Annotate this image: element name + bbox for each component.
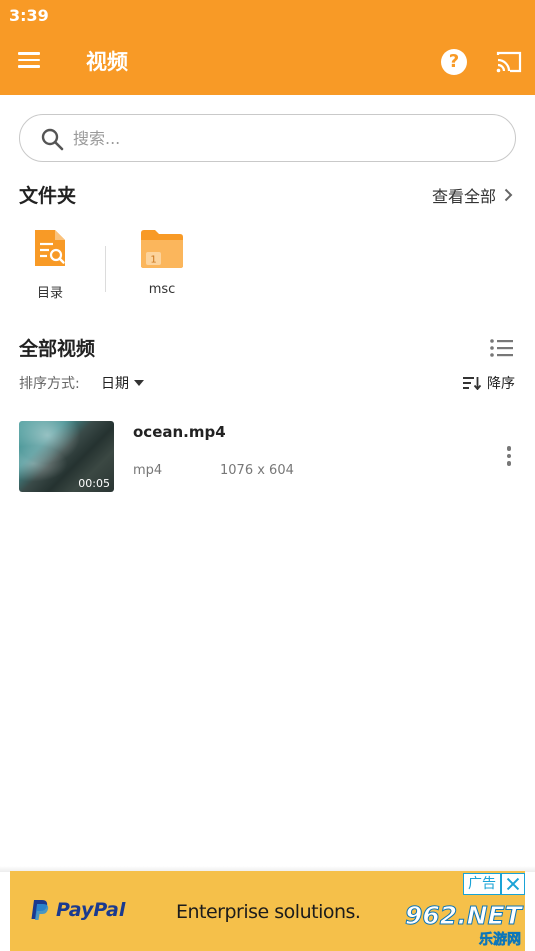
- sort-order-label: 降序: [487, 376, 515, 392]
- folder-icon: 1: [141, 230, 183, 268]
- page-title: 视频: [86, 50, 128, 74]
- sort-order-button[interactable]: 降序: [463, 373, 515, 393]
- search-bar[interactable]: [19, 114, 516, 162]
- search-input[interactable]: [73, 125, 493, 151]
- help-button[interactable]: ?: [441, 49, 467, 75]
- paypal-icon: [31, 900, 49, 920]
- watermark-suffix: .NET: [457, 901, 523, 931]
- videos-title: 全部视频: [19, 338, 96, 360]
- folder-search-icon: [35, 230, 65, 266]
- ad-tagline: Enterprise solutions.: [176, 901, 361, 923]
- app-bar: 3:39 视频 ?: [0, 0, 535, 95]
- ad-close-icon[interactable]: [501, 873, 525, 895]
- view-all-label: 查看全部: [431, 187, 496, 206]
- sort-descending-icon: [463, 377, 481, 390]
- sort-value: 日期: [101, 376, 129, 392]
- video-thumbnail: 00:05: [19, 421, 114, 492]
- list-view-icon[interactable]: [489, 337, 515, 359]
- folders-title: 文件夹: [19, 185, 77, 207]
- paypal-logo: PayPal: [30, 899, 125, 921]
- chevron-right-icon: [504, 188, 513, 202]
- watermark-number: 962: [404, 901, 458, 931]
- view-all-button[interactable]: 查看全部: [432, 183, 513, 207]
- sort-label: 排序方式:: [19, 376, 80, 392]
- video-duration: 00:05: [78, 477, 110, 490]
- menu-button[interactable]: [18, 48, 48, 76]
- cast-icon[interactable]: [495, 50, 523, 74]
- folder-divider: [105, 246, 106, 292]
- search-icon: [41, 128, 64, 151]
- menu-icon: [18, 52, 40, 55]
- video-list-item[interactable]: 00:05 ocean.mp4 mp4 1076 x 604: [0, 420, 535, 494]
- folder-item-catalog[interactable]: 目录: [15, 228, 85, 301]
- folder-badge: 1: [150, 255, 156, 266]
- site-watermark: 962.NET 乐游网: [395, 901, 525, 949]
- video-name: ocean.mp4: [133, 423, 226, 441]
- video-format: mp4: [133, 463, 163, 478]
- folder-label: 目录: [36, 286, 63, 301]
- ad-label: 广告: [463, 873, 501, 895]
- ad-banner[interactable]: PayPal Enterprise solutions. 广告 962.NET …: [10, 871, 525, 951]
- sort-dropdown[interactable]: 日期: [101, 373, 144, 393]
- folder-label: msc: [148, 282, 176, 297]
- caret-down-icon: [134, 380, 144, 386]
- status-time: 3:39: [9, 6, 49, 25]
- folder-item-msc[interactable]: 1 msc: [127, 228, 197, 297]
- video-resolution: 1076 x 604: [220, 463, 294, 478]
- watermark-sub: 乐游网: [479, 932, 522, 949]
- more-options-icon[interactable]: [502, 446, 516, 468]
- ad-brand: PayPal: [56, 899, 126, 921]
